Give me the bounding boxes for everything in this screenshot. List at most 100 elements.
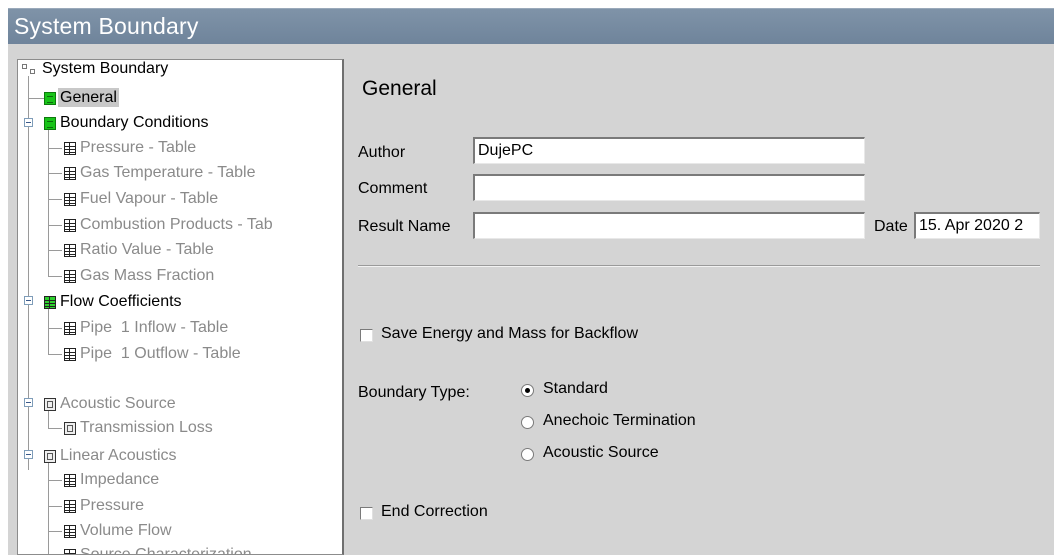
- author-label: Author: [358, 144, 406, 161]
- result-name-label: Result Name: [358, 218, 451, 235]
- end-correction-label[interactable]: End Correction: [381, 503, 488, 521]
- box-icon: [44, 450, 56, 463]
- tree-item-label: Acoustic Source: [60, 395, 176, 412]
- table-icon: [64, 322, 76, 335]
- table-icon: [64, 219, 76, 232]
- tree-item-fuel-vapour-table[interactable]: Fuel Vapour - Table: [78, 188, 220, 210]
- collapse-toggle[interactable]: [24, 450, 33, 459]
- table-icon: [64, 193, 76, 206]
- tree-item-gas-mass-fraction[interactable]: Gas Mass Fraction: [78, 265, 216, 287]
- tree-item-label: Volume Flow: [80, 522, 172, 539]
- tree-line: [48, 328, 62, 329]
- table-icon: [64, 549, 76, 554]
- navigation-tree[interactable]: System Boundary General Boundary Conditi…: [17, 59, 344, 555]
- table-icon: [64, 500, 76, 513]
- tree-item-transmission-loss[interactable]: Transmission Loss: [78, 417, 215, 439]
- tree-item-pipe-inflow-table[interactable]: Pipe 1 Inflow - Table: [78, 317, 230, 339]
- tree-item-source-characterization[interactable]: Source Characterization: [78, 544, 254, 555]
- tree-item-label: Source Characterization: [80, 546, 252, 555]
- tree-line: [48, 304, 49, 354]
- tree-item-label: Linear Acoustics: [60, 447, 177, 464]
- boundary-type-label: Boundary Type:: [358, 384, 470, 401]
- divider: [358, 265, 1040, 267]
- tree-root-icon: [22, 64, 40, 76]
- tree-line: [48, 250, 62, 251]
- tree-line: [48, 354, 62, 355]
- comment-label: Comment: [358, 180, 428, 197]
- tree-item-label: Ratio Value - Table: [80, 241, 214, 258]
- window-titlebar: System Boundary: [8, 8, 1054, 44]
- result-name-field[interactable]: [473, 212, 865, 239]
- tree-line: [48, 148, 62, 149]
- box-icon: [64, 422, 76, 435]
- tree-item-combustion-products-table[interactable]: Combustion Products - Tab: [78, 214, 275, 236]
- tree-item-label: Gas Temperature - Table: [80, 164, 256, 181]
- tree-item-pressure[interactable]: Pressure: [78, 495, 146, 517]
- tree-line: [28, 98, 44, 99]
- comment-field[interactable]: [473, 174, 865, 201]
- tree-item-pressure-table[interactable]: Pressure - Table: [78, 137, 198, 159]
- tree-item-label: Combustion Products - Tab: [80, 216, 273, 233]
- table-icon: [64, 142, 76, 155]
- tree-item-label: Impedance: [80, 471, 160, 488]
- tree-item-label: General: [58, 88, 119, 107]
- save-energy-label[interactable]: Save Energy and Mass for Backflow: [381, 325, 638, 343]
- table-icon: [64, 348, 76, 361]
- tree-root[interactable]: System Boundary: [42, 60, 169, 80]
- radio-acoustic-source[interactable]: [521, 448, 534, 461]
- tree-item-label: Pressure - Table: [80, 139, 197, 156]
- save-energy-checkbox[interactable]: [360, 329, 373, 342]
- collapse-toggle[interactable]: [24, 296, 33, 305]
- tree-item-linear-acoustics[interactable]: Linear Acoustics: [58, 445, 179, 467]
- date-field[interactable]: 15. Apr 2020 2: [914, 212, 1040, 239]
- tree-item-ratio-value-table[interactable]: Ratio Value - Table: [78, 239, 216, 261]
- tree-item-label: Transmission Loss: [80, 419, 213, 436]
- radio-standard-label[interactable]: Standard: [543, 380, 608, 398]
- tree-line: [48, 531, 62, 532]
- end-correction-checkbox[interactable]: [360, 507, 373, 520]
- table-icon: [64, 474, 76, 487]
- tree-line: [48, 506, 62, 507]
- window-title: System Boundary: [14, 13, 199, 39]
- tree-line: [48, 199, 62, 200]
- tree-item-impedance[interactable]: Impedance: [78, 469, 161, 491]
- author-field[interactable]: DujePC: [473, 137, 865, 164]
- table-icon: [64, 270, 76, 283]
- radio-anechoic-termination-label[interactable]: Anechoic Termination: [543, 412, 696, 430]
- tree-item-acoustic-source[interactable]: Acoustic Source: [58, 393, 178, 415]
- tree-line: [48, 225, 62, 226]
- tree-item-label: Flow Coefficients: [60, 293, 182, 310]
- tree-line: [48, 173, 62, 174]
- tree-item-label: Fuel Vapour - Table: [80, 190, 219, 207]
- green-box-icon: [44, 117, 56, 130]
- radio-anechoic-termination[interactable]: [521, 416, 534, 429]
- tree-item-pipe-outflow-table[interactable]: Pipe 1 Outflow - Table: [78, 343, 243, 365]
- tree-line: [48, 428, 62, 429]
- tree-item-label: Pipe 1 Outflow - Table: [80, 345, 241, 362]
- tree-item-volume-flow[interactable]: Volume Flow: [78, 520, 174, 542]
- date-label: Date: [874, 218, 908, 235]
- tree-item-general[interactable]: General: [58, 87, 119, 109]
- tree-line: [48, 480, 62, 481]
- radio-acoustic-source-label[interactable]: Acoustic Source: [543, 444, 659, 462]
- collapse-toggle[interactable]: [24, 118, 33, 127]
- radio-standard[interactable]: [521, 384, 534, 397]
- tree-item-label: Pressure: [80, 497, 145, 514]
- tree-line: [48, 276, 62, 277]
- section-title: General: [362, 77, 437, 100]
- box-icon: [44, 398, 56, 411]
- tree-item-label: Boundary Conditions: [60, 114, 209, 131]
- tree-root-label: System Boundary: [42, 60, 169, 77]
- collapse-toggle[interactable]: [24, 398, 33, 407]
- green-table-icon: [44, 296, 56, 309]
- tree-item-label: Gas Mass Fraction: [80, 267, 215, 284]
- tree-line: [28, 76, 29, 470]
- tree-item-label: Pipe 1 Inflow - Table: [80, 319, 229, 336]
- tree-item-boundary-conditions[interactable]: Boundary Conditions: [58, 112, 211, 134]
- table-icon: [64, 525, 76, 538]
- tree-item-gas-temperature-table[interactable]: Gas Temperature - Table: [78, 162, 258, 184]
- main-frame: System Boundary General Boundary Conditi…: [8, 44, 1054, 555]
- table-icon: [64, 167, 76, 180]
- green-box-icon: [44, 92, 56, 105]
- tree-item-flow-coefficients[interactable]: Flow Coefficients: [58, 291, 184, 313]
